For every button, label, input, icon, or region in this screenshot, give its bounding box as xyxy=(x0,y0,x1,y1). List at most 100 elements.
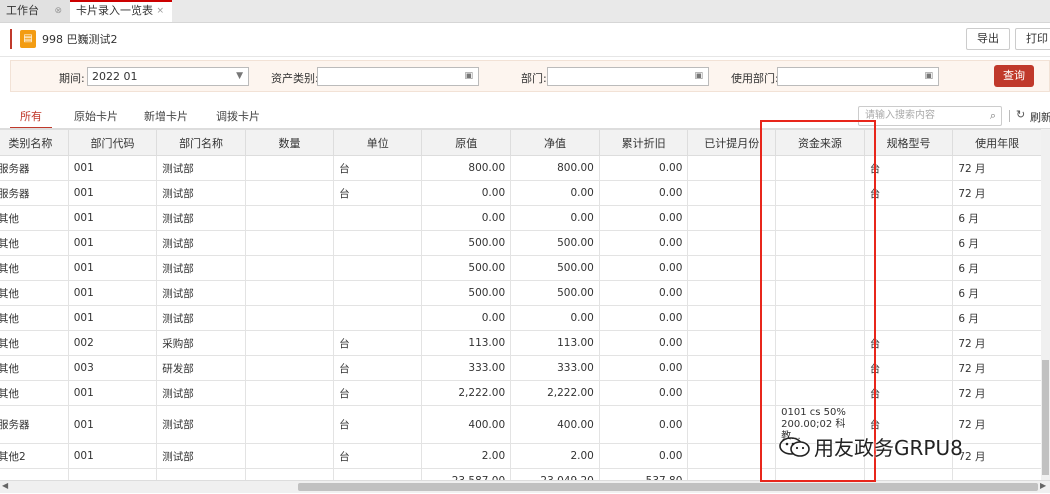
subtab-original[interactable]: 原始卡片 xyxy=(74,108,118,124)
column-header[interactable]: 部门代码 xyxy=(67,129,158,156)
table-cell xyxy=(863,280,954,306)
subtab-all[interactable]: 所有 xyxy=(20,108,42,124)
table-cell: 研发部 xyxy=(156,355,246,381)
tab-label: 卡片录入一览表 xyxy=(76,4,153,17)
vertical-scrollbar[interactable] xyxy=(1041,129,1050,480)
tab-workbench[interactable]: 工作台 ⊗ xyxy=(0,0,70,22)
table-cell: 001 xyxy=(67,305,158,331)
page-title: 998 巴巍测试2 xyxy=(42,33,118,46)
table-cell: 其他 xyxy=(0,230,69,256)
column-header[interactable]: 使用年限 xyxy=(952,129,1042,156)
table-cell: 台 xyxy=(333,380,423,406)
horizontal-scrollbar[interactable]: ◀ ▶ xyxy=(0,480,1050,493)
table-cell xyxy=(244,280,335,306)
use-dept-label: 使用部门: xyxy=(731,72,779,85)
table-cell: 0.00 xyxy=(598,255,689,281)
table-cell: 0.00 xyxy=(421,305,512,331)
subtab-new[interactable]: 新增卡片 xyxy=(144,108,188,124)
table-cell: 0.00 xyxy=(510,205,600,231)
watermark-text: 用友政务GRPU8 xyxy=(814,436,963,460)
period-label: 期间: xyxy=(59,72,85,85)
dept-field[interactable]: ▣ xyxy=(547,67,709,86)
refresh-button[interactable]: 刷新 xyxy=(1030,109,1050,125)
search-placeholder: 请输入搜索内容 xyxy=(865,110,935,121)
table-row[interactable]: 服务器 001 测试部台 0.00 0.00 0.00 台 72 月 xyxy=(0,180,1042,206)
column-header[interactable]: 单位 xyxy=(333,129,423,156)
asset-type-field[interactable]: ▣ xyxy=(317,67,479,86)
table-cell xyxy=(775,230,865,256)
use-dept-field[interactable]: ▣ xyxy=(777,67,939,86)
column-header[interactable]: 部门名称 xyxy=(156,129,246,156)
table-cell xyxy=(333,230,423,256)
table-cell: 2,222.00 xyxy=(421,380,512,406)
table-cell xyxy=(687,255,777,281)
column-header[interactable]: 原值 xyxy=(421,129,512,156)
search-icon[interactable]: ⌕ xyxy=(990,107,996,125)
table-cell xyxy=(244,155,335,181)
table-cell xyxy=(863,205,954,231)
period-select[interactable]: 2022 01 ▼ xyxy=(87,67,249,86)
table-row[interactable]: 其他 001 测试部 0.00 0.00 0.00 6 月 xyxy=(0,205,1042,231)
table-cell: 001 xyxy=(67,180,158,206)
table-cell xyxy=(687,205,777,231)
close-icon[interactable]: × xyxy=(156,2,164,20)
table-cell: 其他 xyxy=(0,205,69,231)
scroll-thumb[interactable] xyxy=(298,483,1038,491)
table-cell: 72 月 xyxy=(952,405,1042,444)
column-header[interactable]: 已计提月份 xyxy=(687,129,777,156)
table-cell xyxy=(244,380,335,406)
table-cell: 800.00 xyxy=(421,155,512,181)
table-row[interactable]: 其他 001 测试部 500.00 500.00 0.00 6 月 xyxy=(0,230,1042,256)
table-cell xyxy=(863,305,954,331)
column-header[interactable]: 累计折旧 xyxy=(598,129,689,156)
query-button[interactable]: 查询 xyxy=(994,65,1034,87)
table-cell xyxy=(687,155,777,181)
table-cell: 500.00 xyxy=(421,280,512,306)
column-header[interactable]: 资金来源 xyxy=(775,129,865,156)
table-cell: 6 月 xyxy=(952,205,1042,231)
lookup-icon[interactable]: ▣ xyxy=(694,68,703,85)
column-header[interactable]: 数量 xyxy=(244,129,335,156)
table-cell: 采购部 xyxy=(156,330,246,356)
table-row[interactable]: 其他 001 测试部 500.00 500.00 0.00 6 月 xyxy=(0,255,1042,281)
refresh-icon[interactable]: ↻ xyxy=(1016,108,1025,121)
table-row[interactable]: 服务器 001 测试部台 800.00 800.00 0.00 台 72 月 xyxy=(0,155,1042,181)
table-cell: 测试部 xyxy=(156,305,246,331)
table-cell xyxy=(687,230,777,256)
close-icon[interactable]: ⊗ xyxy=(54,0,62,22)
table-cell: 0.00 xyxy=(598,330,689,356)
subtab-bar: 所有 原始卡片 新增卡片 调拨卡片 请输入搜索内容 ⌕ ↻ 刷新 xyxy=(0,103,1050,129)
lookup-icon[interactable]: ▣ xyxy=(924,68,933,85)
scroll-left-icon[interactable]: ◀ xyxy=(2,481,8,490)
table-row[interactable]: 其他 001 测试部 500.00 500.00 0.00 6 月 xyxy=(0,280,1042,306)
lookup-icon[interactable]: ▣ xyxy=(464,68,473,85)
table-cell: 0.00 xyxy=(598,230,689,256)
table-row[interactable]: 其他 002 采购部台 113.00 113.00 0.00 台 72 月 xyxy=(0,330,1042,356)
column-header[interactable]: 净值 xyxy=(510,129,600,156)
table-cell: 001 xyxy=(67,155,158,181)
table-cell: 72 月 xyxy=(952,155,1042,181)
table-cell: 0.00 xyxy=(598,443,689,469)
scroll-right-icon[interactable]: ▶ xyxy=(1040,481,1046,490)
table-row[interactable]: 其他 003 研发部台 333.00 333.00 0.00 台 72 月 xyxy=(0,355,1042,381)
table-cell: 001 xyxy=(67,405,158,444)
table-row[interactable]: 其他 001 测试部 0.00 0.00 0.00 6 月 xyxy=(0,305,1042,331)
column-header[interactable]: 规格型号 xyxy=(863,129,954,156)
table-cell: 服务器 xyxy=(0,155,69,181)
print-button[interactable]: 打印 xyxy=(1015,28,1050,50)
table-cell: 001 xyxy=(67,230,158,256)
table-cell: 800.00 xyxy=(510,155,600,181)
table-cell: 其他 xyxy=(0,330,69,356)
column-header[interactable]: 类别名称 xyxy=(0,129,69,156)
table-cell: 测试部 xyxy=(156,255,246,281)
table-row[interactable]: 其他 001 测试部台 2,222.00 2,222.00 0.00 台 72 月 xyxy=(0,380,1042,406)
table-cell: 台 xyxy=(333,355,423,381)
subtab-transfer[interactable]: 调拨卡片 xyxy=(216,108,260,124)
table-cell: 6 月 xyxy=(952,230,1042,256)
scroll-thumb[interactable] xyxy=(1042,360,1049,475)
tab-card-list[interactable]: 卡片录入一览表 × xyxy=(70,0,172,22)
table-cell: 0.00 xyxy=(421,180,512,206)
search-input[interactable]: 请输入搜索内容 ⌕ xyxy=(858,106,1002,126)
table-cell: 测试部 xyxy=(156,405,246,444)
export-button[interactable]: 导出 xyxy=(966,28,1010,50)
